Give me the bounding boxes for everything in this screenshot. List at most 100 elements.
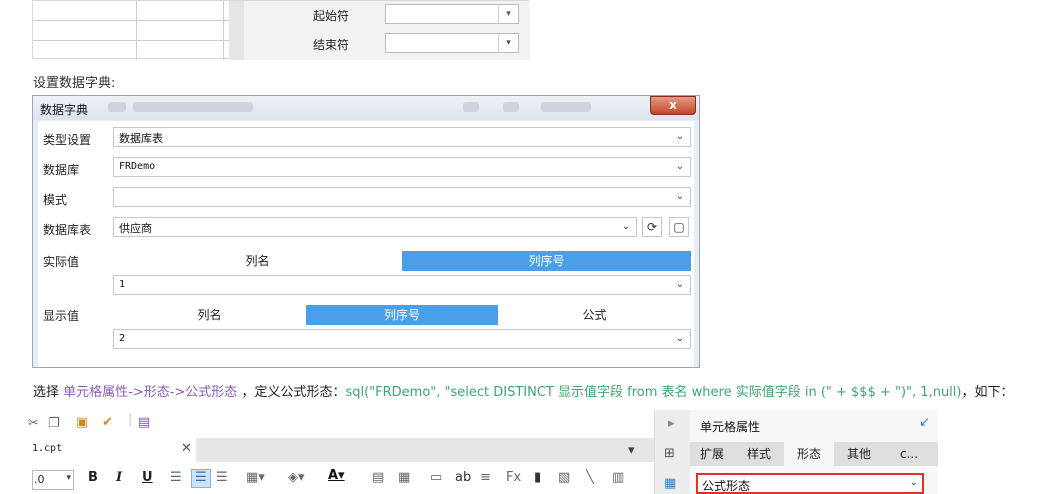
chevron-down-icon: ⌄ — [675, 333, 685, 344]
file-tab-name: 1.cpt — [32, 443, 63, 454]
grid-line — [33, 40, 229, 41]
type-label: 类型设置 — [43, 133, 92, 147]
instruction-formula: sql("FRDemo", "select DISTINCT 显示值字段 fro… — [345, 385, 962, 400]
start-char-select[interactable]: ▾ — [385, 4, 519, 24]
main-toolbar: ✂ ❐ ▣ ✔ | ▤ — [28, 410, 654, 438]
display-option-colindex[interactable]: 列序号 — [306, 305, 498, 325]
data-dictionary-dialog: 数据字典 x 类型设置 数据库表 ⌄ 数据库 FRDemo ⌄ 模式 ⌄ 数据库… — [32, 95, 700, 368]
tab-other[interactable]: 其他 — [834, 442, 884, 466]
font-color-icon[interactable]: A▾ — [328, 468, 345, 483]
form-type-select[interactable]: 公式形态 ⌄ — [696, 473, 924, 494]
schema-label: 模式 — [43, 193, 68, 207]
dialog-title: 数据字典 — [40, 103, 89, 117]
richtext-icon[interactable]: ≡ — [480, 470, 491, 485]
end-char-label: 结束符 — [313, 38, 350, 52]
unmerge-cells-icon[interactable]: ▦ — [398, 470, 410, 485]
display-value-select[interactable]: 2 ⌄ — [113, 329, 691, 349]
refresh-icon[interactable]: ⟳ — [642, 217, 662, 237]
panel-tabs: 扩展 样式 形态 其他 c... — [690, 442, 938, 466]
panel-title: 单元格属性 — [700, 420, 761, 434]
widget-icon[interactable]: ▦ — [664, 476, 676, 491]
chevron-down-icon: ⌄ — [675, 131, 685, 142]
text-cell-icon[interactable]: ab — [455, 470, 471, 485]
tab-more[interactable]: c... — [884, 442, 934, 466]
file-tab[interactable]: 1.cpt ✕ — [32, 438, 196, 462]
preview-icon[interactable]: ▢ — [669, 217, 689, 237]
cell-attribute-panel: 单元格属性 ↙ 扩展 样式 形态 其他 c... 公式形态 ⌄ — [690, 410, 938, 494]
top-fragment: 起始符 ▾ 结束符 ▾ — [32, 0, 530, 60]
blurred-element — [503, 102, 519, 112]
underline-button[interactable]: U — [142, 470, 153, 485]
actual-option-colname[interactable]: 列名 — [113, 251, 402, 271]
database-label: 数据库 — [43, 163, 80, 177]
table-value: 供应商 — [119, 222, 152, 235]
format-painter-icon[interactable]: ✔ — [102, 415, 113, 430]
tab-expand[interactable]: 扩展 — [690, 442, 734, 466]
tab-style[interactable]: 样式 — [734, 442, 784, 466]
bold-button[interactable]: B — [88, 470, 98, 485]
dialog-body: 类型设置 数据库表 ⌄ 数据库 FRDemo ⌄ 模式 ⌄ 数据库表 供应商 ⌄… — [38, 121, 694, 367]
chevron-down-icon: ⌄ — [621, 221, 631, 232]
instruction-middle: ，定义公式形态： — [237, 385, 346, 400]
format-toolbar: .0 ▾ B I U ☰ ☰ ☰ ▦▾ ◈▾ A▾ ▤ ▦ ▭ ab ≡ Fx … — [32, 462, 654, 494]
blurred-element — [463, 102, 479, 112]
formula-icon[interactable]: Fx — [506, 470, 521, 485]
chart-icon[interactable]: ▮ — [534, 470, 541, 485]
section-caption: 设置数据字典: — [33, 76, 116, 91]
merge-cells-icon[interactable]: ▤ — [372, 470, 384, 485]
font-size-select[interactable]: .0 ▾ — [32, 470, 74, 490]
table-select[interactable]: 供应商 ⌄ — [113, 217, 637, 237]
save-icon[interactable]: ▤ — [138, 415, 150, 430]
instruction-prefix: 选择 — [33, 385, 64, 400]
display-option-formula[interactable]: 公式 — [498, 305, 691, 325]
actual-value-select[interactable]: 1 ⌄ — [113, 275, 691, 295]
dialog-titlebar[interactable]: 数据字典 x — [33, 96, 699, 120]
database-select[interactable]: FRDemo ⌄ — [113, 157, 691, 177]
italic-button[interactable]: I — [116, 470, 122, 485]
close-button[interactable]: x — [650, 96, 696, 115]
chevron-down-icon: ▾ — [498, 5, 518, 23]
cell-attribute-icon[interactable]: ⊞ — [664, 446, 675, 461]
chevron-down-icon: ⌄ — [675, 161, 685, 172]
end-char-select[interactable]: ▾ — [385, 33, 519, 53]
fill-color-icon[interactable]: ◈▾ — [288, 470, 305, 485]
pin-icon[interactable]: ↙ — [919, 415, 930, 430]
schema-select[interactable]: ⌄ — [113, 187, 691, 207]
cut-icon[interactable]: ✂ — [28, 416, 39, 431]
chevron-down-icon: ⌄ — [909, 477, 918, 488]
paste-icon[interactable]: ▣ — [76, 415, 88, 430]
align-left-icon[interactable]: ☰ — [170, 470, 182, 485]
chevron-down-icon: ▾ — [498, 34, 518, 52]
copy-icon[interactable]: ❐ — [48, 416, 60, 431]
chevron-down-icon: ▾ — [66, 473, 71, 483]
subreport-icon[interactable]: ▥ — [612, 470, 624, 485]
side-rail: ▸ ⊞ ▦ — [654, 410, 690, 494]
blurred-element — [108, 102, 126, 112]
display-value: 2 — [119, 333, 126, 344]
grid-line — [33, 20, 229, 21]
grid-line — [136, 1, 137, 60]
type-select[interactable]: 数据库表 ⌄ — [113, 127, 691, 147]
border-icon[interactable]: ▦▾ — [246, 470, 265, 485]
blurred-element — [133, 102, 253, 112]
tab-menu-icon[interactable]: ▾ — [628, 443, 635, 458]
expand-arrow-icon[interactable]: ▸ — [668, 416, 675, 431]
grid-line — [223, 1, 224, 60]
tab-form[interactable]: 形态 — [784, 442, 834, 466]
actual-value: 1 — [119, 279, 126, 290]
display-option-colname[interactable]: 列名 — [113, 305, 306, 325]
close-icon[interactable]: ✕ — [181, 441, 192, 456]
actual-option-colindex[interactable]: 列序号 — [402, 251, 691, 271]
type-value: 数据库表 — [119, 132, 163, 145]
image-icon[interactable]: ▧ — [558, 470, 570, 485]
slash-icon[interactable]: ╲ — [586, 470, 594, 485]
toolbar-separator: | — [128, 412, 133, 427]
database-value: FRDemo — [119, 161, 156, 172]
display-value-label: 显示值 — [43, 309, 80, 323]
align-right-icon[interactable]: ☰ — [216, 470, 228, 485]
instruction-path: 单元格属性->形态->公式形态 — [63, 385, 238, 400]
instruction-text: 选择 单元格属性->形态->公式形态 ，定义公式形态：sql("FRDemo",… — [33, 381, 1014, 400]
text-field-icon[interactable]: ▭ — [430, 470, 442, 485]
chevron-down-icon: ⌄ — [675, 191, 685, 202]
align-center-button[interactable]: ☰ — [191, 469, 211, 488]
